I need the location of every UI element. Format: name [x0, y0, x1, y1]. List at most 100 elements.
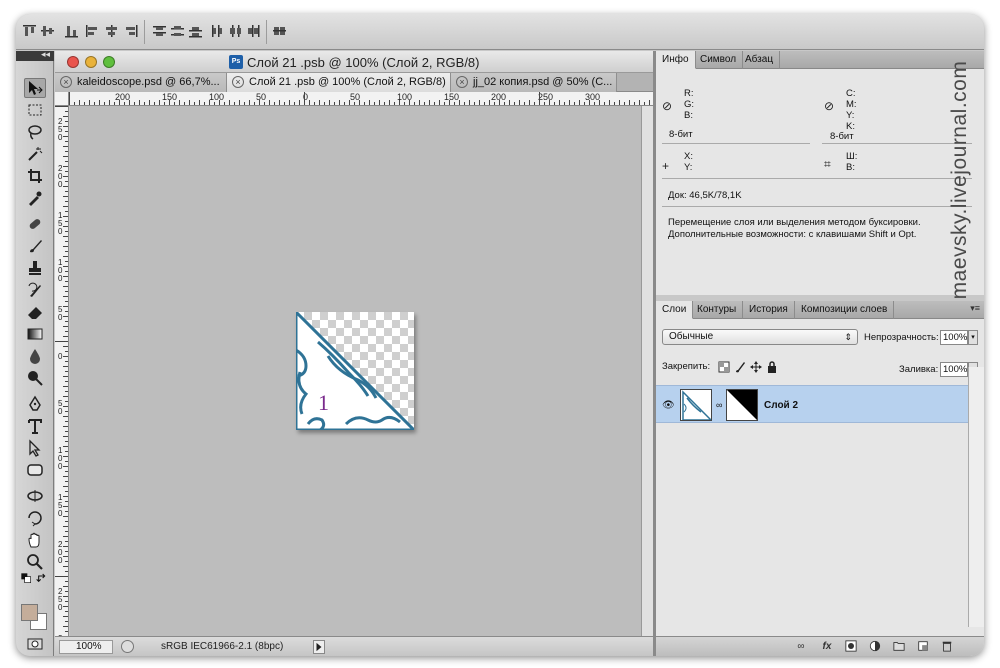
- close-window-button[interactable]: [67, 56, 79, 68]
- tab-layer-comps[interactable]: Композиции слоев: [795, 301, 895, 319]
- blend-mode-select[interactable]: Обычные ⇕: [662, 329, 858, 345]
- healing-brush-tool-icon[interactable]: [24, 214, 46, 234]
- layer-name[interactable]: Слой 2: [764, 400, 798, 411]
- lock-all-icon[interactable]: [766, 361, 778, 373]
- cmyk-sampler-icon[interactable]: ⊘: [824, 99, 834, 113]
- status-menu-arrow-icon[interactable]: [313, 640, 325, 654]
- divider: [662, 178, 972, 179]
- swap-colors-icon[interactable]: [36, 572, 48, 584]
- move-tool-icon[interactable]: [24, 78, 46, 98]
- layer-row-layer2[interactable]: 👁 ∞ Слой 2: [656, 385, 968, 423]
- mask-link-icon[interactable]: ∞: [716, 400, 722, 410]
- type-tool-icon[interactable]: [24, 416, 46, 436]
- distribute-vertical-centers-icon[interactable]: [170, 24, 185, 38]
- clone-stamp-tool-icon[interactable]: [24, 258, 46, 278]
- rgb-sampler-icon[interactable]: ⊘: [662, 99, 672, 113]
- tab-jj02[interactable]: × jj_02 копия.psd @ 50% (C...: [451, 73, 617, 92]
- add-mask-icon[interactable]: [844, 640, 858, 654]
- layer-thumbnail[interactable]: [680, 389, 712, 421]
- vertical-ruler[interactable]: 25020015010050050100150200250300: [55, 106, 69, 636]
- distribute-left-icon[interactable]: [210, 24, 225, 38]
- fill-label: Заливка:: [899, 364, 939, 375]
- status-info-icon[interactable]: [121, 640, 134, 653]
- link-layers-icon[interactable]: ∞: [794, 640, 808, 654]
- rectangle-tool-icon[interactable]: [24, 460, 46, 480]
- tab-kaleidoscope[interactable]: × kaleidoscope.psd @ 66,7%...: [55, 73, 227, 92]
- distribute-horizontal-centers-icon[interactable]: [228, 24, 243, 38]
- align-horizontal-centers-icon[interactable]: [104, 24, 119, 38]
- layers-scrollbar[interactable]: [968, 367, 984, 627]
- default-colors-icon[interactable]: [20, 572, 32, 584]
- path-selection-tool-icon[interactable]: [24, 438, 46, 458]
- align-right-edges-icon[interactable]: [124, 24, 139, 38]
- magic-wand-tool-icon[interactable]: [24, 144, 46, 164]
- opacity-slider-arrow-icon[interactable]: ▾: [968, 330, 978, 345]
- layer-mask-thumbnail[interactable]: [726, 389, 758, 421]
- align-vertical-centers-icon[interactable]: [40, 24, 55, 38]
- align-bottom-edges-icon[interactable]: [64, 24, 79, 38]
- horizontal-ruler[interactable]: 200 150 100 50 0 50 100 150 200 250 300: [69, 92, 653, 106]
- distribute-right-icon[interactable]: [246, 24, 261, 38]
- cmyk-label-y: Y:: [846, 110, 855, 121]
- layer-style-fx-icon[interactable]: fx: [820, 640, 834, 654]
- new-group-icon[interactable]: [892, 640, 906, 654]
- tab-paragraph[interactable]: Абзац: [739, 51, 781, 69]
- lock-image-pixels-icon[interactable]: [734, 361, 746, 373]
- marquee-tool-icon[interactable]: [24, 100, 46, 120]
- eyedropper-tool-icon[interactable]: [24, 188, 46, 208]
- close-tab-icon[interactable]: ×: [232, 76, 244, 88]
- distribute-top-icon[interactable]: [152, 24, 167, 38]
- tab-label: jj_02 копия.psd @ 50% (C...: [473, 76, 613, 88]
- psb-file-icon: Ps: [229, 55, 243, 69]
- info-panel-tabs: Инфо Символ Абзац: [656, 51, 984, 69]
- opacity-field[interactable]: 100%: [940, 330, 968, 345]
- tab-active-layer21[interactable]: × Слой 21 .psb @ 100% (Слой 2, RGB/8): [227, 73, 451, 92]
- panel-menu-icon[interactable]: ▾≡: [970, 303, 980, 314]
- new-layer-icon[interactable]: [916, 640, 930, 654]
- zoom-level-field[interactable]: 100%: [59, 640, 113, 654]
- tab-paths[interactable]: Контуры: [691, 301, 744, 319]
- 3d-rotate-tool-icon[interactable]: [24, 486, 46, 506]
- tool-hint-line2: Дополнительные возможности: с клавишами …: [668, 229, 917, 240]
- brush-tool-icon[interactable]: [24, 236, 46, 256]
- document-canvas[interactable]: 1: [296, 312, 414, 430]
- hand-tool-icon[interactable]: [24, 530, 46, 550]
- eraser-tool-icon[interactable]: [24, 302, 46, 322]
- gradient-tool-icon[interactable]: [24, 324, 46, 344]
- pen-tool-icon[interactable]: [24, 394, 46, 414]
- tools-panel-header[interactable]: ◂◂: [16, 49, 54, 61]
- dodge-tool-icon[interactable]: [24, 368, 46, 388]
- tab-character[interactable]: Символ: [694, 51, 744, 69]
- fill-field[interactable]: 100%: [940, 362, 968, 377]
- minimize-window-button[interactable]: [85, 56, 97, 68]
- ruler-v-label: 200: [58, 540, 63, 565]
- align-top-edges-icon[interactable]: [22, 24, 37, 38]
- ruler-v-label: 50: [58, 305, 63, 322]
- distribute-bottom-icon[interactable]: [188, 24, 203, 38]
- lock-position-icon[interactable]: [750, 361, 762, 373]
- selection-size-icon: ⌗: [824, 157, 831, 171]
- blur-tool-icon[interactable]: [24, 346, 46, 366]
- ruler-origin[interactable]: [55, 92, 69, 106]
- canvas-area[interactable]: 1: [70, 106, 641, 636]
- auto-align-layers-icon[interactable]: [272, 24, 287, 38]
- layer-visibility-eye-icon[interactable]: 👁: [662, 400, 675, 411]
- canvas-vertical-scrollbar[interactable]: [641, 106, 653, 636]
- tab-history[interactable]: История: [743, 301, 795, 319]
- crop-tool-icon[interactable]: [24, 166, 46, 186]
- tab-layers[interactable]: Слои: [656, 301, 694, 319]
- tab-info[interactable]: Инфо: [656, 51, 696, 69]
- 3d-orbit-tool-icon[interactable]: [24, 508, 46, 528]
- lock-transparency-icon[interactable]: [718, 361, 730, 373]
- history-brush-tool-icon[interactable]: [24, 280, 46, 300]
- close-tab-icon[interactable]: ×: [60, 76, 72, 88]
- lasso-tool-icon[interactable]: [24, 122, 46, 142]
- delete-layer-trash-icon[interactable]: [940, 640, 954, 654]
- adjustment-layer-icon[interactable]: [868, 640, 882, 654]
- quick-mask-icon[interactable]: [24, 634, 46, 654]
- close-tab-icon[interactable]: ×: [456, 76, 468, 88]
- align-left-edges-icon[interactable]: [84, 24, 99, 38]
- foreground-color-swatch[interactable]: [21, 604, 38, 621]
- divider: [662, 206, 972, 207]
- zoom-window-button[interactable]: [103, 56, 115, 68]
